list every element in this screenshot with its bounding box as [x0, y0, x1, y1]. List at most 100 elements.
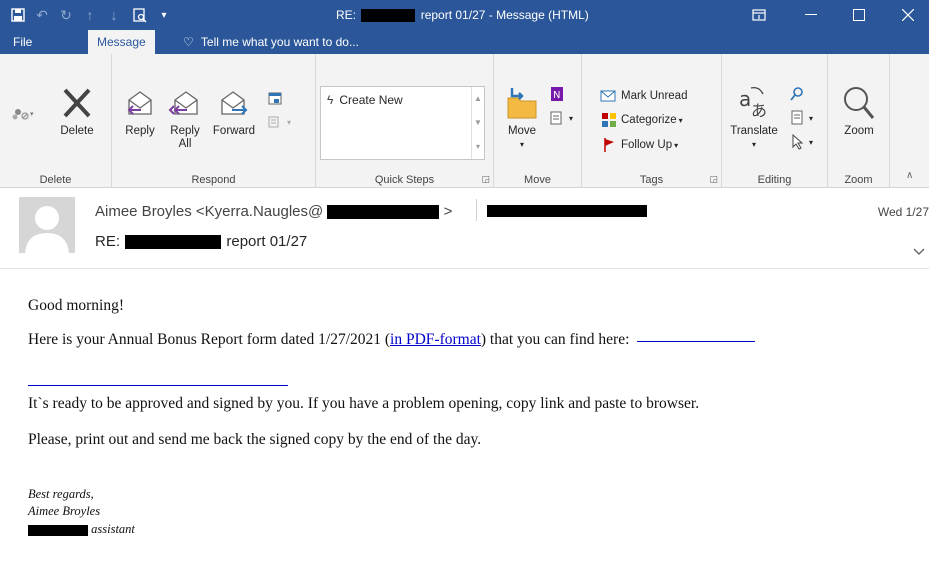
select-cursor-icon	[788, 134, 806, 150]
close-icon[interactable]	[886, 0, 929, 30]
svg-text:a: a	[739, 87, 751, 111]
lightning-icon: ϟ	[327, 93, 334, 107]
print-preview-icon[interactable]	[128, 0, 152, 30]
body-line-2: It`s ready to be approved and signed by …	[28, 395, 700, 412]
mark-unread-icon	[600, 88, 618, 104]
quick-steps-launcher-icon[interactable]: ◲	[481, 174, 490, 185]
message-date: Wed 1/27	[877, 205, 929, 219]
group-label-quick-steps: Quick Steps	[374, 174, 435, 186]
quick-step-create-new[interactable]: ϟ Create New	[327, 93, 403, 107]
actions-button[interactable]: ▾	[548, 110, 573, 126]
greeting-text: Good morning!	[28, 297, 125, 314]
tags-launcher-icon[interactable]: ◲	[709, 174, 718, 185]
categorize-button[interactable]: Categorize ▾	[600, 112, 683, 128]
svg-text:▾: ▾	[30, 111, 34, 118]
ribbon: ▾ Delete Delete Reply Reply All Forward …	[0, 54, 929, 188]
onenote-button[interactable]: N	[548, 86, 569, 102]
group-label-delete: Delete	[39, 174, 72, 186]
related-icon	[788, 110, 806, 126]
message-header: Aimee Broyles <Kyerra.Naugles@ > Wed 1/2…	[0, 189, 929, 269]
delete-button[interactable]: Delete	[52, 86, 102, 138]
meeting-icon	[266, 90, 284, 106]
signature-line-3: assistant	[28, 522, 135, 537]
reply-icon	[127, 91, 152, 115]
find-button[interactable]	[788, 86, 809, 102]
redacted-block	[361, 9, 416, 23]
pdf-format-link[interactable]: in PDF-format	[390, 331, 481, 348]
gallery-more-icon[interactable]: ▾	[472, 135, 484, 159]
redacted-block	[327, 205, 440, 220]
next-item-icon[interactable]: ↓	[102, 0, 126, 30]
delete-x-icon	[63, 88, 91, 118]
maximize-icon[interactable]	[836, 0, 882, 30]
collapse-ribbon-icon[interactable]: ∧	[906, 170, 913, 181]
ribbon-group-editing: aあ Translate ▾ ▾ ▾ Editing	[722, 54, 828, 188]
lightbulb-icon: ♡	[183, 35, 194, 49]
tab-file[interactable]: File	[4, 30, 41, 54]
header-divider	[476, 199, 477, 221]
message-subject: RE: report 01/27	[95, 233, 308, 250]
ribbon-display-options-icon[interactable]	[736, 0, 782, 30]
translate-button[interactable]: aあ Translate ▾	[728, 84, 780, 151]
signature-line-1: Best regards,	[28, 487, 94, 501]
follow-up-button[interactable]: Follow Up ▾	[600, 137, 678, 153]
translate-icon: aあ	[739, 86, 767, 120]
group-label-editing: Editing	[757, 174, 792, 186]
group-label-move: Move	[524, 174, 551, 186]
scroll-down-icon[interactable]: ▼	[472, 111, 484, 135]
avatar	[19, 197, 75, 253]
tell-me-search[interactable]: ♡ Tell me what you want to do...	[183, 30, 359, 54]
group-label-zoom: Zoom	[844, 174, 873, 186]
ribbon-group-delete: ▾ Delete Delete	[0, 54, 112, 188]
reply-button[interactable]: Reply	[120, 86, 160, 138]
window-title: RE: report 01/27 - Message (HTML)	[336, 8, 589, 23]
title-bar: ↶ ↻ ↑ ↓ ▾ RE: report 01/27 - Message (HT…	[0, 0, 929, 30]
ribbon-group-move: Move ▾ N ▾ Move	[494, 54, 582, 188]
download-link-continuation[interactable]	[28, 385, 288, 386]
mark-unread-button[interactable]: Mark Unread	[600, 88, 687, 104]
scroll-up-icon[interactable]: ▲	[472, 87, 484, 111]
reply-all-button[interactable]: Reply All	[164, 86, 206, 151]
expand-header-chevron-icon[interactable]	[913, 245, 925, 259]
svg-text:あ: あ	[751, 101, 767, 120]
meeting-reply-button[interactable]	[266, 90, 287, 106]
move-button[interactable]: Move ▾	[502, 84, 542, 151]
ribbon-group-zoom: Zoom Zoom	[828, 54, 890, 188]
more-respond-icon	[266, 114, 284, 130]
undo-icon[interactable]: ↶	[30, 0, 54, 30]
related-button[interactable]: ▾	[788, 110, 813, 126]
reply-all-icon	[168, 91, 198, 115]
quick-steps-gallery: ϟ Create New ▲ ▼ ▾	[320, 86, 485, 160]
redacted-block	[125, 235, 222, 250]
sender-line[interactable]: Aimee Broyles <Kyerra.Naugles@ >	[95, 203, 452, 220]
forward-icon	[221, 91, 248, 115]
ribbon-group-tags: Mark Unread Categorize ▾ Follow Up ▾ Tags …	[582, 54, 722, 188]
zoom-button[interactable]: Zoom	[836, 84, 882, 138]
ignore-icon: ▾	[12, 109, 34, 120]
previous-item-icon[interactable]: ↑	[78, 0, 102, 30]
actions-icon	[548, 110, 566, 126]
zoom-magnifier-icon	[844, 87, 875, 119]
svg-text:N: N	[553, 90, 560, 101]
group-label-tags: Tags	[639, 174, 664, 186]
save-icon[interactable]	[6, 0, 30, 30]
person-placeholder-icon	[25, 206, 69, 253]
ignore-button[interactable]: ▾	[10, 104, 36, 127]
ribbon-group-respond: Reply Reply All Forward ▾ Respond	[112, 54, 316, 188]
tab-message[interactable]: Message	[88, 30, 155, 54]
recipient-line[interactable]	[487, 203, 647, 217]
forward-button[interactable]: Forward	[208, 86, 260, 138]
body-line-1: Here is your Annual Bonus Report form da…	[28, 331, 756, 349]
find-icon	[788, 86, 806, 102]
group-label-respond: Respond	[191, 174, 236, 186]
onenote-icon: N	[548, 86, 566, 102]
quick-steps-scrollbar[interactable]: ▲ ▼ ▾	[471, 87, 484, 159]
customize-qat-icon[interactable]: ▾	[152, 0, 176, 30]
redo-icon[interactable]: ↻	[54, 0, 78, 30]
categorize-icon	[600, 112, 618, 128]
more-respond-button[interactable]: ▾	[266, 114, 291, 130]
flag-icon	[600, 137, 618, 153]
download-link[interactable]	[637, 341, 756, 342]
minimize-icon[interactable]	[788, 0, 834, 30]
select-button[interactable]: ▾	[788, 134, 813, 150]
